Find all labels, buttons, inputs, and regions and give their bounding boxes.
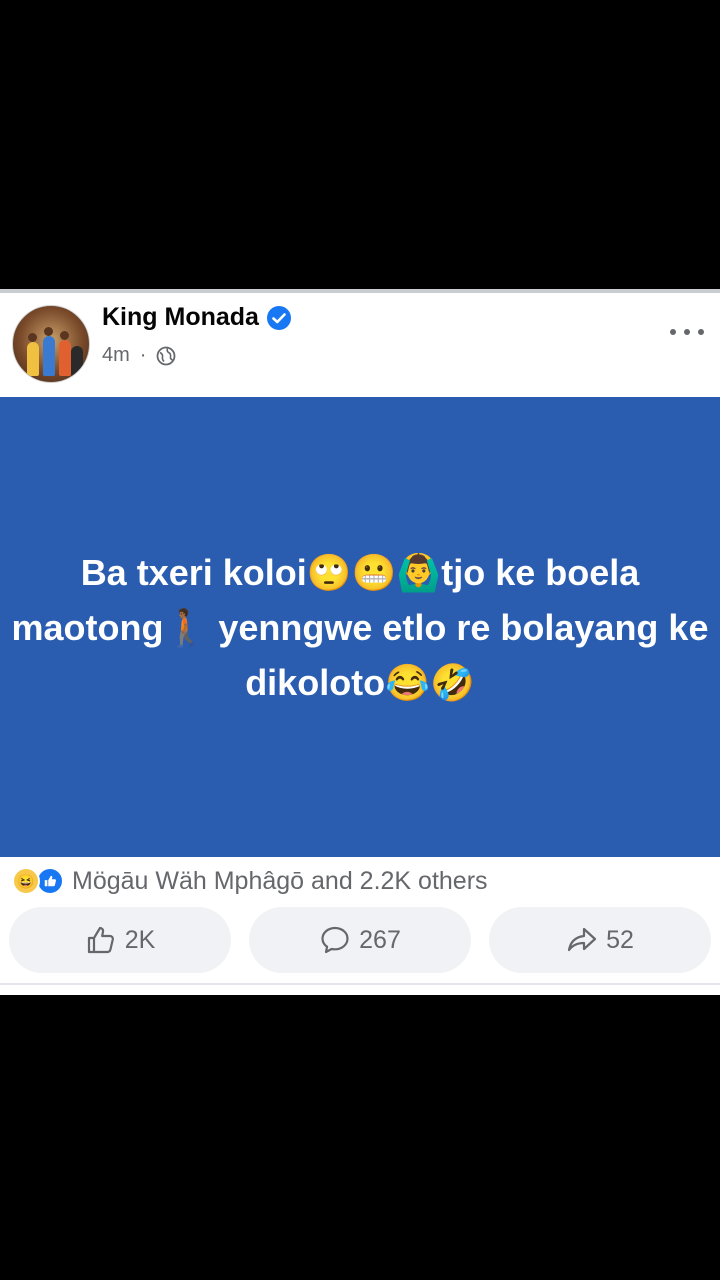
comment-icon	[321, 926, 349, 954]
comment-count: 267	[359, 925, 401, 954]
more-options-icon[interactable]	[670, 319, 704, 345]
share-button[interactable]: 52	[489, 907, 711, 973]
like-icon	[36, 867, 64, 895]
share-count: 52	[606, 925, 634, 954]
like-count: 2K	[124, 925, 156, 954]
reactions-summary[interactable]: 😆 Mögāu Wäh Mphâgō and 2.2K others	[12, 863, 488, 899]
post-banner: Ba txeri koloi🙄😬🙆‍♂️tjo ke boela maotong…	[0, 397, 720, 857]
avatar[interactable]	[12, 305, 90, 383]
post-meta: 4m ·	[102, 344, 176, 367]
post-time[interactable]: 4m	[102, 344, 130, 367]
globe-icon	[157, 346, 176, 365]
post-header: King Monada 4m ·	[0, 293, 720, 397]
verified-badge-icon	[266, 305, 291, 330]
post-card: King Monada 4m · Ba txeri koloi🙄😬🙆‍♂️tjo…	[0, 289, 720, 995]
share-icon	[567, 927, 597, 952]
reaction-icons: 😆	[12, 867, 64, 895]
like-button[interactable]: 2K	[9, 907, 231, 973]
divider	[0, 983, 720, 985]
comment-button[interactable]: 267	[249, 907, 471, 973]
reactions-text[interactable]: Mögāu Wäh Mphâgō and 2.2K others	[72, 867, 488, 896]
author-name[interactable]: King Monada	[102, 303, 291, 332]
post-actions: 2K 267 52	[0, 907, 720, 975]
author-name-text[interactable]: King Monada	[102, 303, 259, 332]
thumbs-up-icon	[87, 926, 114, 954]
haha-icon: 😆	[12, 867, 40, 895]
meta-separator: ·	[139, 344, 147, 366]
post-banner-text: Ba txeri koloi🙄😬🙆‍♂️tjo ke boela maotong…	[11, 551, 709, 703]
